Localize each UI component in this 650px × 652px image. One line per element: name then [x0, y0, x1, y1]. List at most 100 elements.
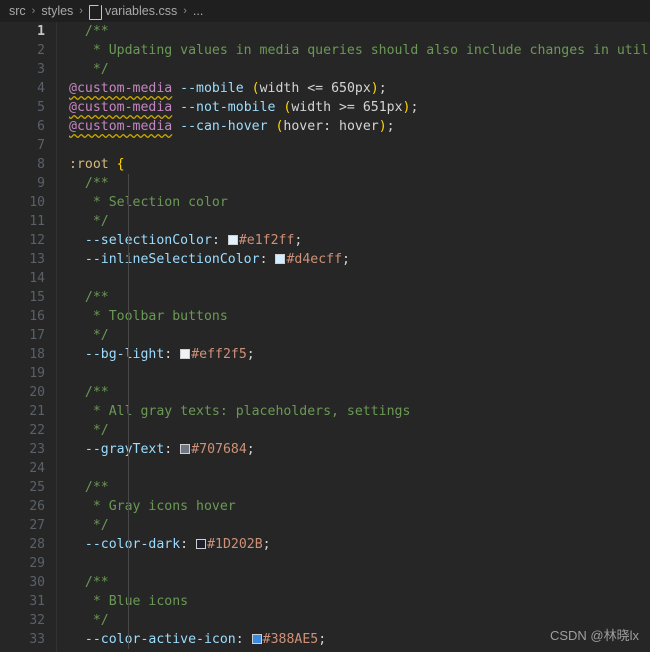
code-line[interactable]: --selectionColor: #e1f2ff;: [58, 231, 650, 250]
code-line[interactable]: */: [58, 60, 650, 79]
line-number[interactable]: 18: [0, 345, 56, 364]
line-number[interactable]: 15: [0, 288, 56, 307]
code-token-plain: [69, 537, 85, 552]
line-number[interactable]: 7: [0, 136, 56, 155]
line-number[interactable]: 28: [0, 535, 56, 554]
code-token-plain: ;: [379, 81, 387, 96]
line-number[interactable]: 4: [0, 79, 56, 98]
code-token-plain: [69, 575, 85, 590]
code-line[interactable]: * Gray icons hover: [58, 497, 650, 516]
line-number[interactable]: 26: [0, 497, 56, 516]
line-number[interactable]: 5: [0, 98, 56, 117]
line-number[interactable]: 11: [0, 212, 56, 231]
line-number[interactable]: 16: [0, 307, 56, 326]
code-line[interactable]: @custom-media --not-mobile (width >= 651…: [58, 98, 650, 117]
code-line[interactable]: */: [58, 516, 650, 535]
line-number[interactable]: 9: [0, 174, 56, 193]
code-line[interactable]: /**: [58, 288, 650, 307]
line-number[interactable]: 17: [0, 326, 56, 345]
color-swatch[interactable]: [228, 235, 238, 245]
code-line[interactable]: --grayText: #707684;: [58, 440, 650, 459]
color-swatch[interactable]: [196, 539, 206, 549]
line-number[interactable]: 10: [0, 193, 56, 212]
code-token-plain: [69, 613, 85, 628]
code-token-plain: ;: [387, 119, 395, 134]
code-line[interactable]: * Selection color: [58, 193, 650, 212]
line-number[interactable]: 23: [0, 440, 56, 459]
line-number[interactable]: 25: [0, 478, 56, 497]
code-token-comment: */: [85, 613, 109, 628]
code-token-plain: [69, 347, 85, 362]
code-token-plain: [172, 81, 180, 96]
code-line[interactable]: */: [58, 611, 650, 630]
line-number[interactable]: 14: [0, 269, 56, 288]
code-line[interactable]: --color-dark: #1D202B;: [58, 535, 650, 554]
code-token-atrule: @custom-media: [69, 119, 172, 134]
code-token-plain: [69, 499, 85, 514]
breadcrumb-item-src[interactable]: src: [8, 0, 27, 22]
breadcrumb-separator-icon: ›: [74, 0, 88, 22]
line-number[interactable]: 12: [0, 231, 56, 250]
line-number[interactable]: 24: [0, 459, 56, 478]
code-token-comment: /**: [85, 24, 109, 39]
code-line[interactable]: --color-active-icon: #388AE5;: [58, 630, 650, 649]
code-line[interactable]: @custom-media --mobile (width <= 650px);: [58, 79, 650, 98]
code-line[interactable]: /**: [58, 22, 650, 41]
color-swatch[interactable]: [252, 634, 262, 644]
line-number[interactable]: 30: [0, 573, 56, 592]
code-line[interactable]: * Toolbar buttons: [58, 307, 650, 326]
code-line[interactable]: [58, 269, 650, 288]
line-number[interactable]: 33: [0, 630, 56, 649]
line-number[interactable]: 3: [0, 60, 56, 79]
code-line[interactable]: --inlineSelectionColor: #d4ecff;: [58, 250, 650, 269]
breadcrumb-item-[interactable]: ...: [192, 0, 204, 22]
code-line[interactable]: /**: [58, 478, 650, 497]
code-token-plain: [109, 157, 117, 172]
code-line[interactable]: * All gray texts: placeholders, settings: [58, 402, 650, 421]
line-number[interactable]: 32: [0, 611, 56, 630]
line-number[interactable]: 22: [0, 421, 56, 440]
code-line[interactable]: */: [58, 212, 650, 231]
color-swatch[interactable]: [180, 444, 190, 454]
code-line[interactable]: --bg-light: #eff2f5;: [58, 345, 650, 364]
code-token-paren: (: [252, 81, 260, 96]
code-token-value: #1D202B: [207, 537, 263, 552]
code-editor[interactable]: 1234567891011121314151617181920212223242…: [0, 22, 650, 652]
code-token-prop: --grayText: [85, 442, 164, 457]
code-line[interactable]: :root {: [58, 155, 650, 174]
code-line[interactable]: * Blue icons: [58, 592, 650, 611]
line-number[interactable]: 8: [0, 155, 56, 174]
code-content-area[interactable]: /** * Updating values in media queries s…: [58, 22, 650, 652]
code-line[interactable]: /**: [58, 383, 650, 402]
line-number[interactable]: 2: [0, 41, 56, 60]
code-line[interactable]: */: [58, 326, 650, 345]
line-number[interactable]: 1: [0, 22, 56, 41]
code-line[interactable]: [58, 364, 650, 383]
breadcrumb-item-styles[interactable]: styles: [40, 0, 74, 22]
code-line[interactable]: /**: [58, 174, 650, 193]
code-line[interactable]: */: [58, 421, 650, 440]
code-line[interactable]: [58, 459, 650, 478]
line-number[interactable]: 27: [0, 516, 56, 535]
line-number[interactable]: 13: [0, 250, 56, 269]
color-swatch[interactable]: [180, 349, 190, 359]
line-number[interactable]: 19: [0, 364, 56, 383]
code-token-paren: ): [371, 81, 379, 96]
code-token-plain: [172, 100, 180, 115]
line-number[interactable]: 6: [0, 117, 56, 136]
line-number[interactable]: 21: [0, 402, 56, 421]
code-line[interactable]: [58, 136, 650, 155]
line-number[interactable]: 20: [0, 383, 56, 402]
code-token-paren: ): [379, 119, 387, 134]
code-token-prop: --color-dark: [85, 537, 180, 552]
code-token-prop: --not-mobile: [180, 100, 275, 115]
breadcrumb-item-variables-css[interactable]: variables.css: [88, 0, 178, 22]
code-token-brace: {: [117, 157, 125, 172]
code-line[interactable]: /**: [58, 573, 650, 592]
code-line[interactable]: * Updating values in media queries shoul…: [58, 41, 650, 60]
code-line[interactable]: @custom-media --can-hover (hover: hover)…: [58, 117, 650, 136]
code-line[interactable]: [58, 554, 650, 573]
color-swatch[interactable]: [275, 254, 285, 264]
line-number[interactable]: 29: [0, 554, 56, 573]
line-number[interactable]: 31: [0, 592, 56, 611]
